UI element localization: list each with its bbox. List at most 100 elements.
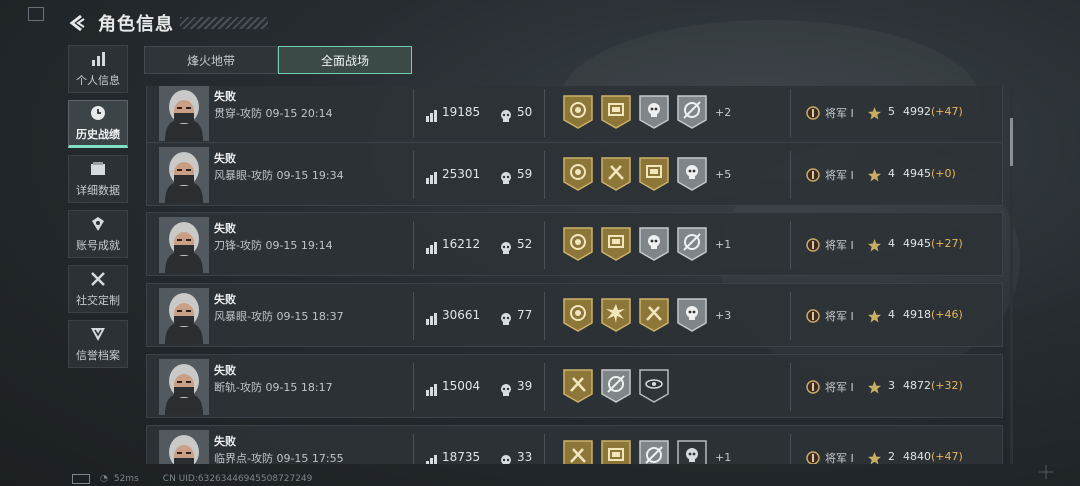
divider (413, 434, 414, 464)
divider (790, 151, 791, 199)
sidebar-item-label: 详细数据 (76, 184, 120, 197)
medal-gold-hammers-icon[interactable] (601, 157, 631, 191)
skull-icon (500, 239, 512, 254)
rank-rating: 4945(+0) (903, 167, 956, 180)
tab-bar: 烽火地带 全面战场 (144, 46, 412, 74)
score-bars-icon (426, 239, 438, 254)
medal-silver-skull-icon[interactable] (639, 95, 669, 129)
rank-name: 将军 I (825, 310, 854, 323)
match-score: 15004 (442, 379, 481, 393)
medal-gold-screen-icon[interactable] (639, 157, 669, 191)
divider (790, 434, 791, 464)
rating-value: 4840 (903, 450, 931, 463)
medal-gold-hammers-icon[interactable] (639, 298, 669, 332)
match-kills: 52 (517, 237, 533, 251)
rank-rating: 4872(+32) (903, 379, 963, 392)
medal-gold-screen-icon[interactable] (601, 227, 631, 261)
more-medals-count[interactable]: +1 (715, 238, 731, 251)
sidebar-item-label: 信誉档案 (76, 349, 120, 362)
medal-gold-hammers-icon[interactable] (563, 369, 593, 403)
tab-firezone[interactable]: 烽火地带 (144, 46, 278, 74)
medal-silver-crosshair-icon[interactable] (677, 95, 707, 129)
status-bar: ◔ 52ms CN UID:6326344694550872724​9 (72, 472, 312, 486)
skull-icon (500, 169, 512, 184)
sidebar-item-history[interactable]: 历史战绩 (68, 100, 128, 148)
match-row[interactable]: 失败 断轨-攻防 09-15 18:17 15004 39 将军 I 3 4872(+32) (146, 354, 1003, 418)
match-score: 16212 (442, 237, 481, 251)
match-row[interactable]: 失败 风暴眼-攻防 09-15 19:34 25301 59 +5 将军 I 4 4945(+… (146, 142, 1003, 206)
sidebar-item-achievements[interactable]: 账号成就 (68, 210, 128, 258)
avatar (159, 217, 209, 273)
sidebar-item-social[interactable]: 社交定制 (68, 265, 128, 313)
match-row[interactable]: 失败 风暴眼-攻防 09-15 18:37 30661 77 +3 将军 I 4 4918(+… (146, 283, 1003, 347)
divider (544, 363, 545, 411)
scrollbar-thumb[interactable] (1010, 118, 1013, 166)
skull-icon (500, 310, 512, 325)
match-result: 失败 (214, 152, 236, 165)
match-result: 失败 (214, 435, 236, 448)
match-mode-time: 风暴眼-攻防 09-15 18:37 (214, 310, 344, 323)
medal-gold-screen-icon[interactable] (601, 440, 631, 464)
match-score: 19185 (442, 105, 481, 119)
match-row[interactable]: 失败 临界点-攻防 09-15 17:55 18735 33 +1 将军 I 2 4840(+… (146, 425, 1003, 464)
sidebar-item-details[interactable]: 详细数据 (68, 155, 128, 203)
medal-gold-wreath-icon[interactable] (563, 298, 593, 332)
tab-battlefield[interactable]: 全面战场 (278, 46, 412, 74)
more-medals-count[interactable]: +1 (715, 451, 731, 464)
back-arrow-icon[interactable] (66, 12, 88, 34)
medal-gold-burst-icon[interactable] (601, 298, 631, 332)
rating-delta: (+46) (931, 308, 963, 321)
divider (413, 221, 414, 269)
more-medals-count[interactable]: +5 (715, 168, 731, 181)
match-mode-time: 贯穿-攻防 09-15 20:14 (214, 107, 333, 120)
skull-icon (500, 107, 512, 122)
avatar (159, 86, 209, 141)
badge-icon (89, 215, 107, 233)
folder-icon (89, 160, 107, 178)
match-kills: 50 (517, 105, 533, 119)
divider (544, 89, 545, 137)
divider (413, 151, 414, 199)
avatar (159, 288, 209, 344)
medal-silver-crosshair-icon[interactable] (677, 227, 707, 261)
medal-silver-skull-icon[interactable] (639, 227, 669, 261)
divider (413, 89, 414, 137)
medal-silver-crosshair-icon[interactable] (639, 440, 669, 464)
medal-gold-hammers-icon[interactable] (563, 440, 593, 464)
star-count: 4 (888, 308, 895, 321)
sidebar-item-label: 社交定制 (76, 294, 120, 307)
medal-gold-wreath-icon[interactable] (563, 227, 593, 261)
tools-icon (89, 270, 107, 288)
sidebar-item-label: 历史战绩 (76, 128, 120, 141)
rank-rating: 4945(+27) (903, 237, 963, 250)
match-score: 25301 (442, 167, 481, 181)
match-history-list[interactable]: 失败 贯穿-攻防 09-15 20:14 19185 50 +2 将军 I 5 4992(+4… (144, 86, 1004, 464)
medal-dark-eye-icon[interactable] (639, 369, 669, 403)
match-row[interactable]: 失败 贯穿-攻防 09-15 20:14 19185 50 +2 将军 I 5 4992(+4… (146, 86, 1003, 144)
medal-gold-wreath-icon[interactable] (563, 95, 593, 129)
more-medals-count[interactable]: +3 (715, 309, 731, 322)
sidebar-item-reputation[interactable]: 信誉档案 (68, 320, 128, 368)
match-row[interactable]: 失败 刀锋-攻防 09-15 19:14 16212 52 +1 将军 I 4 4945(+2… (146, 212, 1003, 276)
star-count: 4 (888, 167, 895, 180)
medal-silver-crosshair-icon[interactable] (601, 369, 631, 403)
wifi-icon: ◔ (100, 474, 108, 484)
battery-icon (72, 474, 90, 484)
score-bars-icon (426, 107, 438, 122)
divider (544, 221, 545, 269)
match-score: 30661 (442, 308, 481, 322)
star-icon (868, 105, 881, 120)
divider (790, 292, 791, 340)
sidebar-item-profile[interactable]: 个人信息 (68, 45, 128, 93)
score-bars-icon (426, 169, 438, 184)
medal-gold-screen-icon[interactable] (601, 95, 631, 129)
medal-silver-skull-icon[interactable] (677, 157, 707, 191)
medal-dark-star-skull-icon[interactable] (677, 440, 707, 464)
medal-gold-wreath-icon[interactable] (563, 157, 593, 191)
clock-icon (89, 104, 107, 122)
rank-name: 将军 I (825, 169, 854, 182)
medal-silver-skull-icon[interactable] (677, 298, 707, 332)
star-count: 4 (888, 237, 895, 250)
star-count: 5 (888, 105, 895, 118)
more-medals-count[interactable]: +2 (715, 106, 731, 119)
